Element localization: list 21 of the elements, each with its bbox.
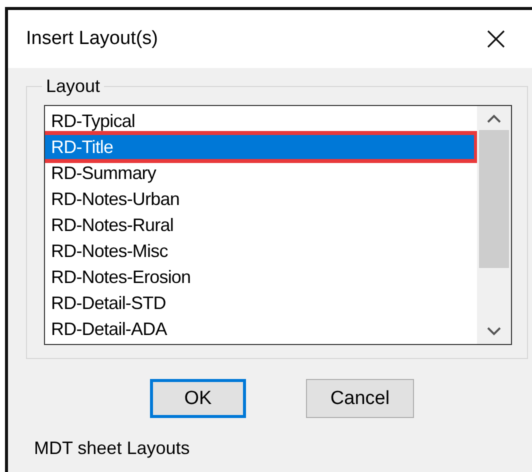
- list-box[interactable]: RD-Typical RD-Title RD-Summary RD-Notes-Urban RD-Notes-Rural RD-Notes-Misc RD-Notes-Erosion RD-Detail-STD RD-Detail-ADA: [44, 105, 512, 345]
- scroll-thumb[interactable]: [479, 130, 509, 268]
- list-item[interactable]: RD-Notes-Rural: [45, 212, 477, 238]
- list-item[interactable]: RD-Notes-Misc: [45, 238, 477, 264]
- close-icon: [486, 29, 506, 49]
- list-item[interactable]: RD-Notes-Urban: [45, 186, 477, 212]
- list-item[interactable]: RD-Detail-STD: [45, 290, 477, 316]
- list-item[interactable]: RD-Title: [45, 134, 475, 160]
- window-title: Insert Layout(s): [26, 28, 158, 50]
- status-text: MDT sheet Layouts: [34, 438, 191, 459]
- close-button[interactable]: [486, 29, 506, 49]
- scroll-up-icon[interactable]: [486, 114, 502, 124]
- list-item[interactable]: RD-Detail-ADA: [45, 316, 477, 342]
- scroll-down-icon[interactable]: [486, 326, 502, 336]
- scrollbar[interactable]: [477, 106, 511, 344]
- list-item[interactable]: RD-Notes-Erosion: [45, 264, 477, 290]
- dialog-button[interactable]: OK: [150, 379, 246, 418]
- group-label: Layout: [45, 76, 102, 97]
- dialog-button[interactable]: Cancel: [306, 379, 414, 418]
- list-item[interactable]: RD-Summary: [45, 160, 477, 186]
- list-item[interactable]: RD-Typical: [45, 108, 477, 134]
